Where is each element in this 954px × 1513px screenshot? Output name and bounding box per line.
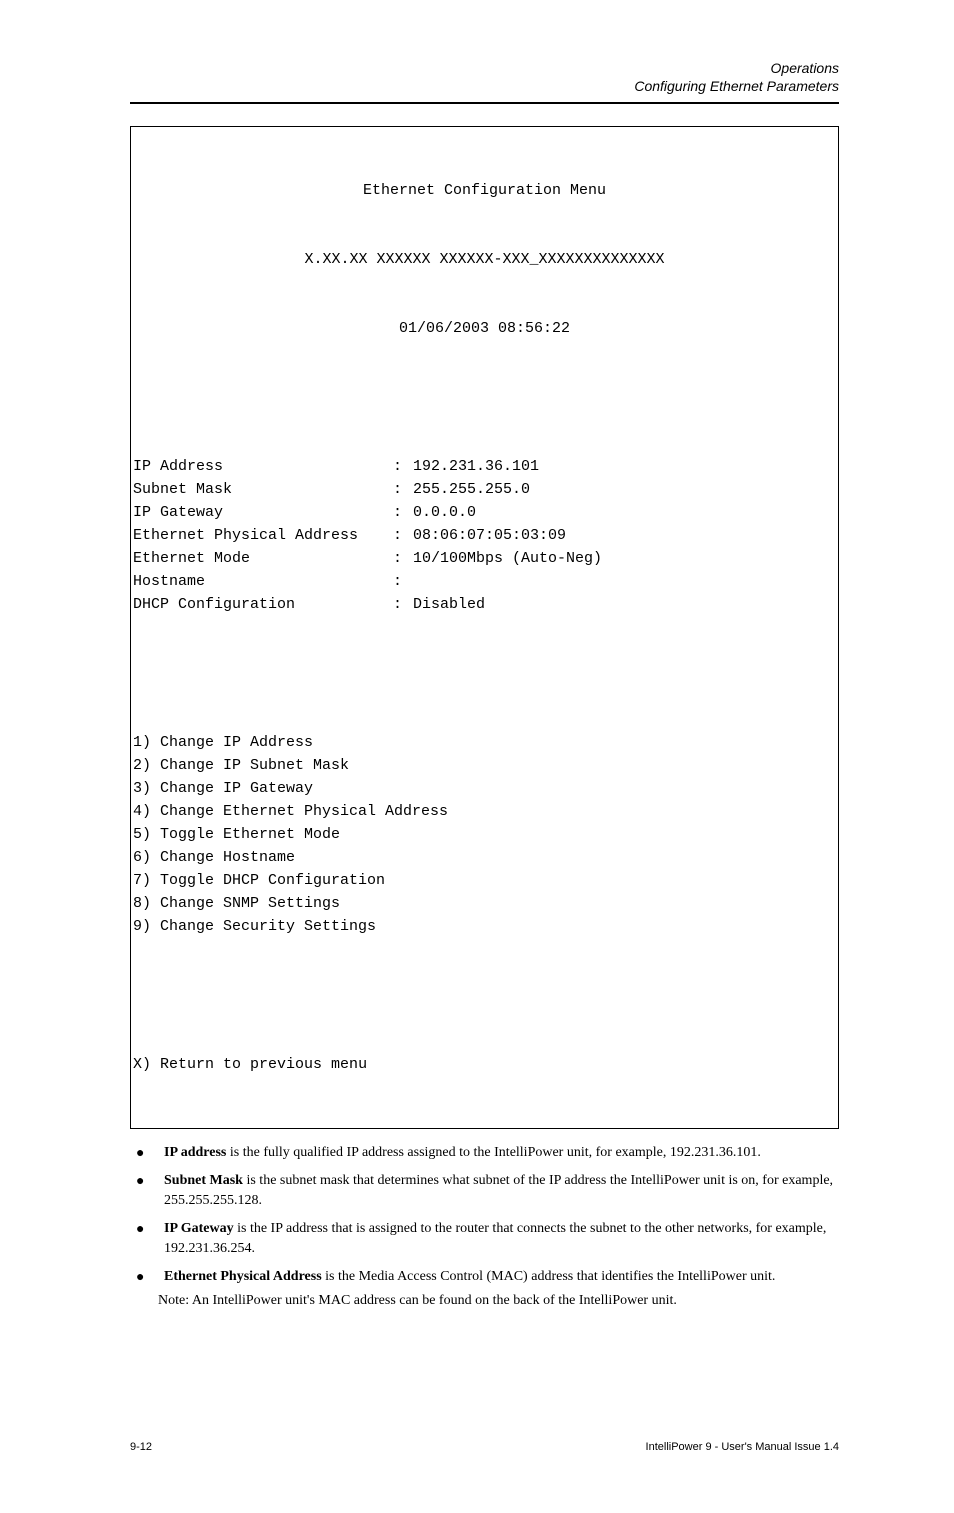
terminal-timestamp: 01/06/2003 08:56:22 — [133, 317, 836, 340]
menu-block: 1) Change IP Address2) Change IP Subnet … — [133, 731, 836, 938]
page-footer: 9-12 IntelliPower 9 - User's Manual Issu… — [130, 1441, 839, 1453]
page-header: Operations Configuring Ethernet Paramete… — [130, 60, 839, 94]
status-row: Ethernet Mode: 10/100Mbps (Auto-Neg) — [133, 547, 836, 570]
terminal-box: Ethernet Configuration Menu X.XX.XX XXXX… — [130, 126, 839, 1129]
status-row: IP Gateway: 0.0.0.0 — [133, 501, 836, 524]
status-sep: : — [393, 524, 413, 547]
bullet-dot: ● — [130, 1268, 164, 1288]
footer-doc-title: IntelliPower 9 - User's Manual Issue 1.4 — [646, 1441, 839, 1453]
status-sep: : — [393, 570, 413, 593]
status-label: Subnet Mask — [133, 478, 393, 501]
menu-item[interactable]: 5) Toggle Ethernet Mode — [133, 823, 836, 846]
status-row: Ethernet Physical Address: 08:06:07:05:0… — [133, 524, 836, 547]
menu-item[interactable]: 2) Change IP Subnet Mask — [133, 754, 836, 777]
status-block: IP Address: 192.231.36.101Subnet Mask: 2… — [133, 455, 836, 616]
header-line2: Configuring Ethernet Parameters — [130, 78, 839, 94]
bullet-dot: ● — [130, 1172, 164, 1192]
status-label: Ethernet Physical Address — [133, 524, 393, 547]
bullet-text: Subnet Mask is the subnet mask that dete… — [164, 1171, 839, 1211]
terminal-title: Ethernet Configuration Menu — [133, 179, 836, 202]
status-sep: : — [393, 593, 413, 616]
bullet-text: IP address is the fully qualified IP add… — [164, 1143, 761, 1163]
bullet-item: ●Ethernet Physical Address is the Media … — [130, 1267, 839, 1287]
status-label: IP Gateway — [133, 501, 393, 524]
status-value: 08:06:07:05:03:09 — [413, 524, 566, 547]
status-row: DHCP Configuration: Disabled — [133, 593, 836, 616]
bullet-dot: ● — [130, 1144, 164, 1164]
status-sep: : — [393, 478, 413, 501]
bullet-text: Ethernet Physical Address is the Media A… — [164, 1267, 775, 1287]
status-row: Subnet Mask: 255.255.255.0 — [133, 478, 836, 501]
header-rule — [130, 102, 839, 104]
bullet-dot: ● — [130, 1220, 164, 1240]
status-value: 0.0.0.0 — [413, 501, 476, 524]
blank-line — [133, 984, 836, 1007]
status-label: Hostname — [133, 570, 393, 593]
menu-item[interactable]: 8) Change SNMP Settings — [133, 892, 836, 915]
bullet-text: IP Gateway is the IP address that is ass… — [164, 1219, 839, 1259]
status-row: IP Address: 192.231.36.101 — [133, 455, 836, 478]
menu-exit[interactable]: X) Return to previous menu — [133, 1053, 836, 1076]
menu-item[interactable]: 4) Change Ethernet Physical Address — [133, 800, 836, 823]
bullet-item: ●IP address is the fully qualified IP ad… — [130, 1143, 839, 1163]
menu-item[interactable]: 1) Change IP Address — [133, 731, 836, 754]
status-label: IP Address — [133, 455, 393, 478]
note-text: Note: An IntelliPower unit's MAC address… — [158, 1291, 839, 1311]
terminal-build: X.XX.XX XXXXXX XXXXXX-XXX_XXXXXXXXXXXXXX — [133, 248, 836, 271]
footer-page-number: 9-12 — [130, 1441, 152, 1453]
menu-item[interactable]: 3) Change IP Gateway — [133, 777, 836, 800]
status-value: Disabled — [413, 593, 485, 616]
status-label: Ethernet Mode — [133, 547, 393, 570]
status-sep: : — [393, 455, 413, 478]
status-sep: : — [393, 547, 413, 570]
page: Operations Configuring Ethernet Paramete… — [0, 0, 954, 1513]
status-label: DHCP Configuration — [133, 593, 393, 616]
status-row: Hostname: — [133, 570, 836, 593]
bullet-item: ●IP Gateway is the IP address that is as… — [130, 1219, 839, 1259]
menu-item[interactable]: 9) Change Security Settings — [133, 915, 836, 938]
status-value: 10/100Mbps (Auto-Neg) — [413, 547, 602, 570]
bullet-item: ●Subnet Mask is the subnet mask that det… — [130, 1171, 839, 1211]
menu-item[interactable]: 6) Change Hostname — [133, 846, 836, 869]
blank-line — [133, 386, 836, 409]
bullet-list: ●IP address is the fully qualified IP ad… — [130, 1143, 839, 1287]
status-value: 192.231.36.101 — [413, 455, 539, 478]
header-line1: Operations — [130, 60, 839, 76]
menu-item[interactable]: 7) Toggle DHCP Configuration — [133, 869, 836, 892]
blank-line — [133, 662, 836, 685]
status-value: 255.255.255.0 — [413, 478, 530, 501]
status-sep: : — [393, 501, 413, 524]
